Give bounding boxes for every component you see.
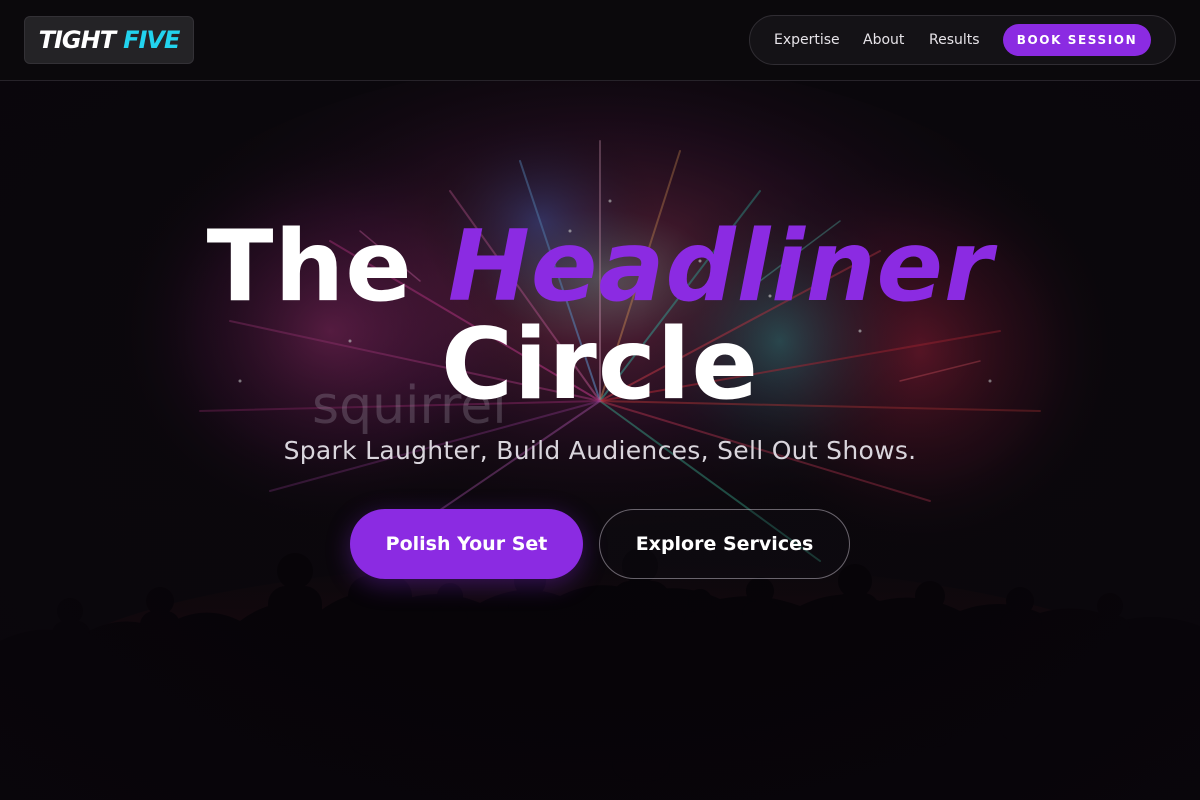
main-nav: Expertise About Results BOOK SESSION — [749, 15, 1176, 65]
hero-title-line-2: Circle — [441, 308, 759, 422]
nav-link-about[interactable]: About — [863, 32, 904, 48]
hero-title-accent-word: Headliner — [447, 210, 994, 324]
site-header: TIGHT FIVE Expertise About Results BOOK … — [0, 0, 1200, 81]
hero-title-word-the: The — [206, 210, 413, 324]
page: TIGHT FIVE Expertise About Results BOOK … — [0, 0, 1200, 800]
hero-section: squirrel The Headliner Circle Spark Laug… — [0, 0, 1200, 800]
logo-word-tight: TIGHT — [38, 26, 116, 54]
nav-link-expertise[interactable]: Expertise — [774, 32, 840, 48]
book-session-button[interactable]: BOOK SESSION — [1003, 24, 1151, 56]
hero-title-line-1: The Headliner — [0, 212, 1200, 322]
nav-link-results[interactable]: Results — [929, 32, 980, 48]
explore-services-button[interactable]: Explore Services — [599, 509, 850, 579]
logo-word-five: FIVE — [123, 26, 180, 54]
hero-subtitle: Spark Laughter, Build Audiences, Sell Ou… — [283, 436, 917, 465]
logo[interactable]: TIGHT FIVE — [24, 16, 194, 64]
polish-your-set-button[interactable]: Polish Your Set — [350, 509, 583, 579]
